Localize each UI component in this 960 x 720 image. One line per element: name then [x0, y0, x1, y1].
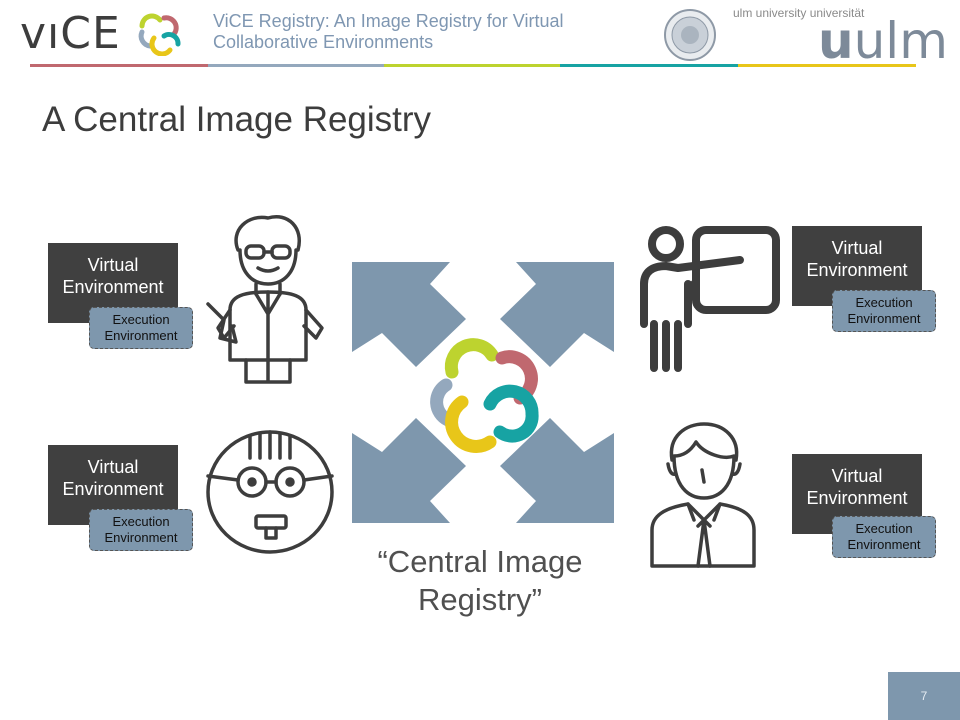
virtual-label-line2: Environment [62, 479, 164, 499]
execution-label-line1: Execution [855, 521, 913, 536]
scientist-icon [206, 215, 324, 384]
teacher-icon [640, 226, 780, 372]
businessman-icon [650, 422, 756, 568]
execution-environment-box-bottom-right: Execution Environment [832, 516, 936, 558]
execution-label-line2: Environment [847, 537, 921, 552]
execution-label-line2: Environment [104, 328, 178, 343]
central-registry-caption: “Central Image Registry” [350, 543, 610, 619]
central-registry-logo [430, 338, 539, 453]
execution-label-line1: Execution [855, 295, 913, 310]
virtual-label-line1: Virtual [831, 466, 883, 486]
execution-environment-box-top-right: Execution Environment [832, 290, 936, 332]
execution-environment-box-top-left: Execution Environment [89, 307, 193, 349]
virtual-label-line1: Virtual [831, 238, 883, 258]
caption-line2: Registry” [417, 582, 542, 617]
page-number: 7 [888, 672, 960, 720]
execution-label-line2: Environment [104, 530, 178, 545]
virtual-label-line2: Environment [806, 488, 908, 508]
virtual-label-line1: Virtual [87, 457, 139, 477]
arrow-up-left [352, 262, 466, 367]
execution-label-line1: Execution [112, 514, 170, 529]
execution-environment-box-bottom-left: Execution Environment [89, 509, 193, 551]
virtual-label-line1: Virtual [87, 255, 139, 275]
nerd-icon [206, 430, 334, 554]
virtual-label-line2: Environment [806, 260, 908, 280]
virtual-label-line2: Environment [62, 277, 164, 297]
execution-label-line2: Environment [847, 311, 921, 326]
caption-line1: “Central Image [377, 544, 583, 579]
execution-label-line1: Execution [112, 312, 170, 327]
